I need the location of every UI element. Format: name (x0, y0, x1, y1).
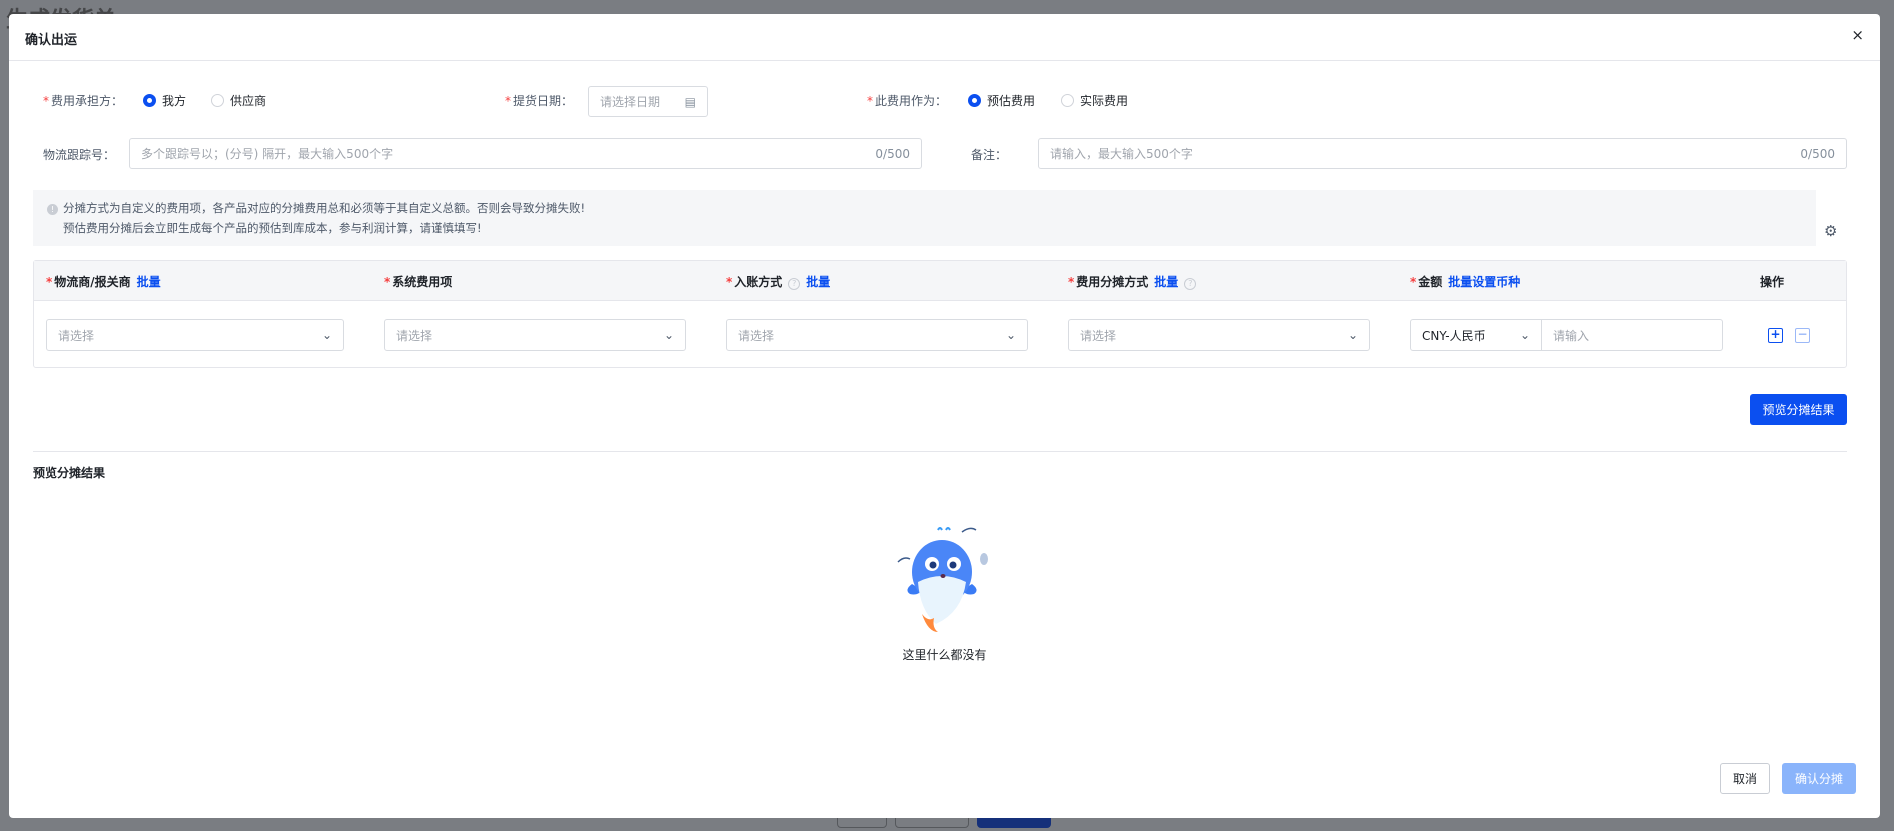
whale-mascot-icon (892, 524, 992, 634)
notice-line: 预估费用分摊后会立即生成每个产品的预估到库成本，参与利润计算，请谨慎填写! (63, 221, 482, 235)
radio-label: 实际费用 (1080, 94, 1129, 108)
chevron-down-icon: ⌄ (663, 328, 674, 342)
radio-unchecked-icon (211, 94, 224, 107)
cost-table: * 物流商/报关商 批量 * 系统费用项 * 入账方式? 批量 * 费用分摊方式 批量? * 金… (33, 260, 1847, 368)
column-header-actions: 操作 (1760, 275, 1785, 289)
column-header-logistics: * 物流商/报关商 批量 (46, 275, 161, 289)
bearer-label: * 费用承担方： (43, 94, 124, 108)
result-title: 预览分摊结果 (33, 466, 106, 480)
amount-input[interactable]: 请输入 (1541, 319, 1723, 351)
notice-box: ! 分摊方式为自定义的费用项，各产品对应的分摊费用总和必须等于其自定义总额。否则会… (33, 190, 1816, 246)
placeholder: 请输入 (1553, 328, 1590, 343)
chevron-down-icon: ⌄ (321, 328, 332, 342)
info-icon: ! (47, 204, 58, 215)
modal-header: 确认出运 × (9, 14, 1880, 61)
cost-as-label: * 此费用作为： (867, 94, 948, 108)
placeholder: 请选择 (1080, 328, 1117, 343)
chevron-down-icon: ⌄ (1519, 328, 1530, 342)
placeholder: 请选择 (738, 328, 775, 343)
pickup-date-label: * 提货日期： (505, 94, 574, 108)
currency-select[interactable]: CNY-人民币 ⌄ (1410, 319, 1542, 351)
placeholder: 多个跟踪号以；(分号) 隔开，最大输入500个字 (141, 147, 394, 161)
batch-currency-link[interactable]: 批量设置币种 (1448, 275, 1520, 289)
remove-row-icon[interactable]: − (1795, 328, 1810, 343)
radio-label: 供应商 (230, 94, 267, 108)
calendar-icon: ▤ (684, 94, 696, 109)
divider (33, 451, 1847, 452)
radio-checked-icon (968, 94, 981, 107)
confirm-allocation-button[interactable]: 确认分摊 (1782, 763, 1856, 794)
char-count: 0/500 (875, 146, 910, 161)
remark-input[interactable]: 请输入，最大输入500个字 0/500 (1038, 138, 1847, 169)
chevron-down-icon: ⌄ (1005, 328, 1016, 342)
batch-link[interactable]: 批量 (137, 275, 161, 289)
tracking-label: 物流跟踪号： (43, 148, 116, 162)
column-header-system-cost: * 系统费用项 (384, 275, 453, 289)
batch-link[interactable]: 批量 (1154, 275, 1178, 289)
chevron-down-icon: ⌄ (1347, 328, 1358, 342)
close-icon[interactable]: × (1851, 26, 1864, 44)
gear-icon[interactable]: ⚙ (1824, 222, 1837, 240)
radio-bearer-supplier[interactable]: 供应商 (211, 92, 266, 109)
placeholder: 请选择 (58, 328, 95, 343)
system-cost-select[interactable]: 请选择 ⌄ (384, 319, 686, 351)
confirm-shipment-modal: 确认出运 × * 费用承担方： 我方 供应商 * 提货日期： 请选择日期 ▤ * 此费用… (9, 14, 1880, 818)
batch-link[interactable]: 批量 (806, 275, 830, 289)
add-row-icon[interactable]: + (1768, 328, 1783, 343)
radio-bearer-self[interactable]: 我方 (143, 92, 186, 109)
modal-title: 确认出运 (25, 33, 78, 48)
placeholder: 请选择日期 (600, 95, 661, 109)
cancel-button[interactable]: 取消 (1720, 763, 1770, 794)
notice-line: 分摊方式为自定义的费用项，各产品对应的分摊费用总和必须等于其自定义总额。否则会导… (63, 201, 586, 215)
radio-estimated-cost[interactable]: 预估费用 (968, 92, 1035, 109)
preview-allocation-button[interactable]: 预览分摊结果 (1750, 394, 1847, 425)
empty-state-text: 这里什么都没有 (902, 648, 987, 662)
radio-actual-cost[interactable]: 实际费用 (1061, 92, 1128, 109)
char-count: 0/500 (1800, 146, 1835, 161)
help-icon[interactable]: ? (788, 278, 801, 290)
radio-label: 预估费用 (987, 94, 1036, 108)
column-header-allocation: * 费用分摊方式 批量? (1068, 273, 1197, 290)
tracking-input[interactable]: 多个跟踪号以；(分号) 隔开，最大输入500个字 0/500 (129, 138, 922, 169)
radio-unchecked-icon (1061, 94, 1074, 107)
pickup-date-input[interactable]: 请选择日期 ▤ (588, 86, 708, 117)
placeholder: 请选择 (396, 328, 433, 343)
radio-checked-icon (143, 94, 156, 107)
allocation-select[interactable]: 请选择 ⌄ (1068, 319, 1370, 351)
table-header: * 物流商/报关商 批量 * 系统费用项 * 入账方式? 批量 * 费用分摊方式 批量? * 金… (34, 261, 1846, 301)
radio-label: 我方 (162, 94, 187, 108)
help-icon[interactable]: ? (1184, 278, 1197, 290)
remark-label: 备注： (971, 148, 1008, 162)
logistics-select[interactable]: 请选择 ⌄ (46, 319, 344, 351)
placeholder: 请输入，最大输入500个字 (1050, 147, 1193, 161)
column-header-accounting: * 入账方式? 批量 (726, 275, 831, 290)
column-header-amount: * 金额 批量设置币种 (1410, 275, 1521, 289)
currency-value: CNY-人民币 (1422, 328, 1486, 343)
accounting-select[interactable]: 请选择 ⌄ (726, 319, 1028, 351)
